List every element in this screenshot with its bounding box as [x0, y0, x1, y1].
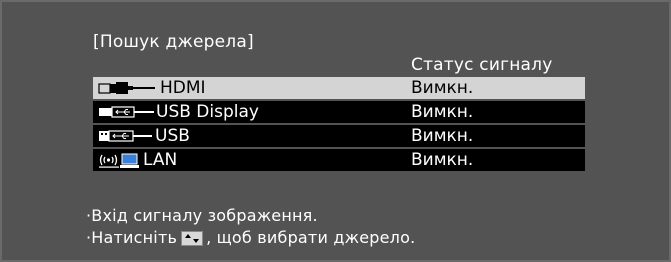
status-column-header: Статус сигналу [411, 55, 553, 75]
source-name: USB Display [156, 102, 259, 122]
source-status: Вимкн. [411, 126, 474, 146]
hdmi-icon [98, 82, 155, 94]
instructions: ·Вхід сигналу зображення. ·Натисніть , що… [86, 205, 415, 249]
dialog-title: [Пошук джерела] [93, 32, 254, 52]
source-status: Вимкн. [411, 78, 474, 98]
source-status: Вимкн. [411, 102, 474, 122]
source-name: HDMI [160, 78, 206, 98]
source-name: LAN [143, 150, 178, 170]
instruction-suffix: , щоб вибрати джерело. [206, 228, 416, 247]
source-name: USB [155, 126, 190, 146]
source-status: Вимкн. [411, 150, 474, 170]
source-search-screen: [Пошук джерела] Статус сигналу HDMI Вимк… [0, 0, 671, 262]
source-row-lan[interactable]: LAN Вимкн. [93, 149, 585, 171]
source-row-usb-display[interactable]: USB Display Вимкн. [93, 101, 585, 123]
source-row-hdmi[interactable]: HDMI Вимкн. [93, 77, 585, 99]
source-row-usb[interactable]: USB Вимкн. [93, 125, 585, 147]
instruction-line-2: ·Натисніть , щоб вибрати джерело. [86, 227, 415, 249]
source-list: HDMI Вимкн. USB Display Вимкн. USB Вимкн… [93, 77, 585, 173]
up-down-arrow-key-icon [181, 231, 204, 246]
instruction-line-1: ·Вхід сигналу зображення. [86, 206, 318, 225]
instruction-prefix: ·Натисніть [86, 228, 178, 247]
